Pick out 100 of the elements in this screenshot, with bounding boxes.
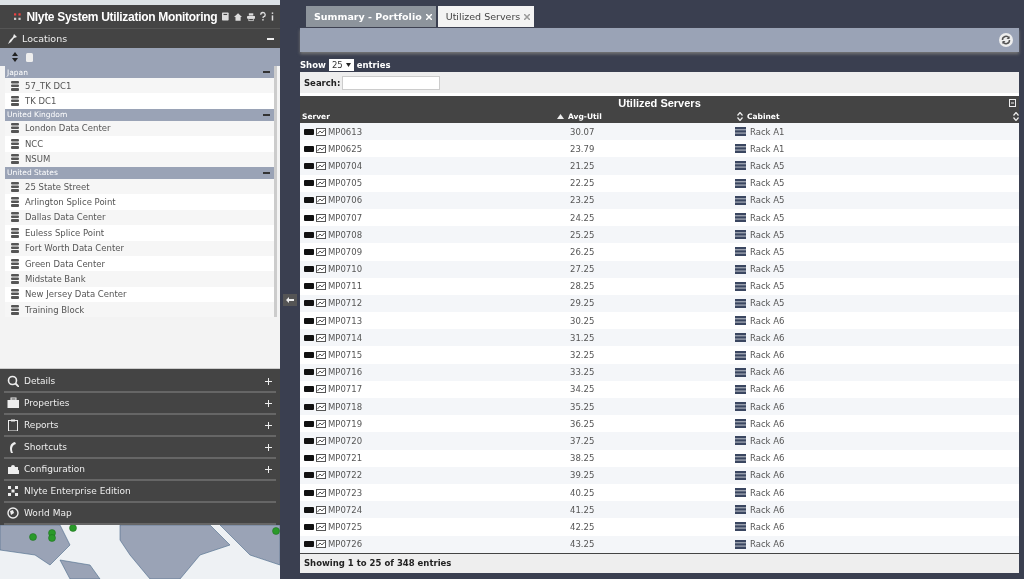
table-cell-text: 27.25	[569, 264, 595, 275]
chart-icon[interactable]	[316, 265, 326, 274]
server-name[interactable]: MP0719	[328, 418, 363, 429]
sort-icon[interactable]	[737, 112, 743, 121]
print-icon[interactable]	[247, 11, 256, 22]
chart-icon[interactable]	[316, 471, 326, 480]
chart-icon[interactable]	[316, 282, 326, 291]
server-name[interactable]: MP0714	[328, 332, 363, 343]
server-name[interactable]: MP0718	[328, 401, 363, 412]
location-item[interactable]: 25 State Street	[25, 181, 90, 192]
server-name[interactable]: MP0709	[328, 246, 363, 257]
server-name[interactable]: MP0706	[328, 195, 363, 206]
building-icon[interactable]	[222, 11, 229, 22]
server-name[interactable]: MP0710	[328, 264, 363, 275]
collapse-icon[interactable]	[263, 171, 270, 174]
close-icon[interactable]	[524, 13, 531, 20]
collapse-icon[interactable]	[263, 113, 270, 116]
expand-icon[interactable]	[265, 377, 272, 385]
chart-icon[interactable]	[316, 540, 326, 549]
panel-header[interactable]: Configuration	[4, 459, 276, 481]
search-field[interactable]	[342, 75, 441, 90]
server-name[interactable]: MP0722	[328, 470, 363, 481]
panel-header[interactable]: Shortcuts	[4, 437, 276, 459]
server-name[interactable]: MP0713	[328, 315, 363, 326]
chart-icon[interactable]	[316, 316, 326, 325]
chart-icon[interactable]	[316, 436, 326, 445]
location-item[interactable]: Training Block	[25, 304, 85, 315]
sort-icon[interactable]	[12, 52, 18, 62]
chart-icon[interactable]	[316, 454, 326, 463]
chart-icon[interactable]	[316, 144, 326, 153]
export-icon[interactable]	[1009, 99, 1016, 107]
home-icon[interactable]	[233, 11, 242, 22]
chart-icon[interactable]	[316, 505, 326, 514]
server-name[interactable]: MP0625	[328, 143, 363, 154]
server-name[interactable]: MP0707	[328, 212, 363, 223]
server-name[interactable]: MP0704	[328, 160, 363, 171]
location-item[interactable]: TK DC1	[25, 96, 57, 107]
sort-ascending-icon[interactable]	[557, 114, 564, 119]
server-name[interactable]: MP0726	[328, 539, 363, 550]
panel-link[interactable]: Nlyte Enterprise Edition	[4, 481, 276, 503]
server-name[interactable]: MP0723	[328, 487, 363, 498]
server-name[interactable]: MP0711	[328, 281, 363, 292]
tab[interactable]: Utilized Servers	[437, 6, 535, 27]
expand-icon[interactable]	[265, 465, 272, 473]
info-icon[interactable]	[271, 11, 274, 22]
server-name[interactable]: MP0705	[328, 178, 363, 189]
expand-icon[interactable]	[265, 443, 272, 451]
chart-icon[interactable]	[316, 161, 326, 170]
chart-icon[interactable]	[316, 385, 326, 394]
table-cell: Rack A5	[750, 160, 785, 171]
chart-icon[interactable]	[316, 333, 326, 342]
location-item[interactable]: NCC	[25, 138, 44, 149]
server-name[interactable]: MP0715	[328, 350, 363, 361]
chart-icon[interactable]	[316, 247, 326, 256]
refresh-icon[interactable]	[999, 33, 1013, 47]
expand-icon[interactable]	[265, 421, 272, 429]
table-cell-text: 21.25	[569, 160, 595, 171]
panel-header[interactable]: Properties	[4, 393, 276, 415]
panel-header[interactable]: Details	[4, 371, 276, 393]
chart-icon[interactable]	[316, 196, 326, 205]
server-name[interactable]: MP0712	[328, 298, 363, 309]
chart-icon[interactable]	[316, 179, 326, 188]
chart-icon[interactable]	[316, 230, 326, 239]
cabinet-icon	[735, 436, 746, 446]
location-item[interactable]: Arlington Splice Point	[25, 197, 116, 208]
chart-icon[interactable]	[316, 522, 326, 531]
chart-icon[interactable]	[316, 419, 326, 428]
page-size-select[interactable]: 25	[328, 59, 354, 71]
location-item[interactable]: NSUM	[25, 154, 51, 165]
server-name[interactable]: MP0613	[328, 126, 363, 137]
server-name[interactable]: MP0716	[328, 367, 363, 378]
collapse-icon[interactable]	[267, 37, 274, 40]
chart-icon[interactable]	[316, 488, 326, 497]
server-name[interactable]: MP0708	[328, 229, 363, 240]
expand-icon[interactable]	[265, 399, 272, 407]
location-item[interactable]: Midstate Bank	[25, 274, 86, 284]
show-label: Show	[300, 60, 326, 70]
sort-icon[interactable]	[1013, 112, 1019, 121]
server-name[interactable]: MP0721	[328, 453, 363, 464]
chart-icon[interactable]	[316, 127, 326, 136]
help-icon[interactable]	[260, 11, 267, 22]
location-item[interactable]: Euless Splice Point	[25, 227, 105, 238]
server-name[interactable]: MP0720	[328, 435, 363, 446]
server-name[interactable]: MP0725	[328, 521, 363, 532]
chart-icon[interactable]	[316, 402, 326, 411]
location-item[interactable]: Green Data Center	[25, 258, 106, 269]
location-item[interactable]: 57_TK DC1	[25, 80, 72, 91]
chart-icon[interactable]	[316, 368, 326, 377]
cabinet-icon	[735, 488, 746, 498]
panel-header[interactable]: Reports	[4, 415, 276, 437]
server-name[interactable]: MP0724	[328, 504, 363, 515]
server-name[interactable]: MP0717	[328, 384, 363, 395]
location-item[interactable]: Dallas Data Center	[25, 212, 106, 223]
chart-icon[interactable]	[316, 299, 326, 308]
globe-icon	[7, 507, 19, 519]
chart-icon[interactable]	[316, 351, 326, 360]
chart-icon[interactable]	[316, 213, 326, 222]
location-item[interactable]: New Jersey Data Center	[25, 289, 127, 300]
collapse-sidebar-button[interactable]	[283, 293, 297, 306]
cabinet-icon	[735, 470, 746, 480]
